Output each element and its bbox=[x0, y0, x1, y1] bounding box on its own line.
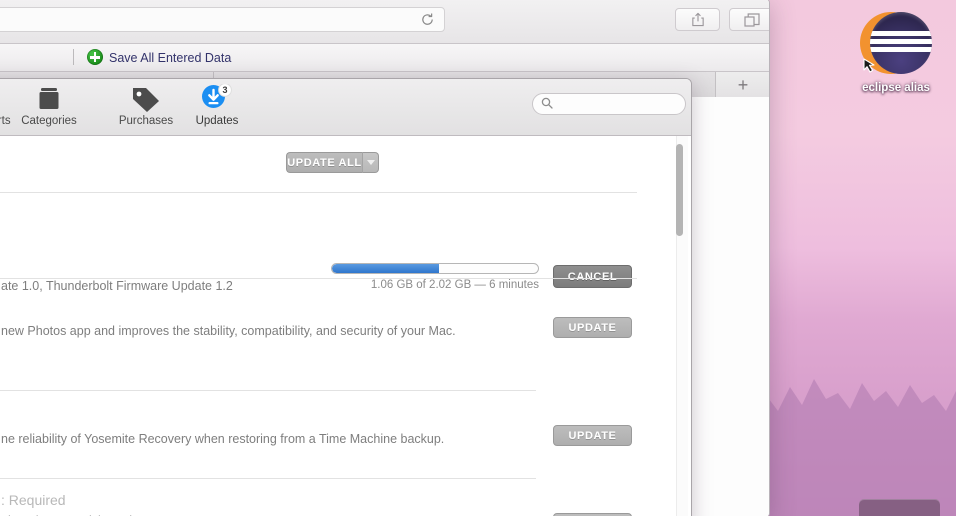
new-tab-button[interactable]: + bbox=[715, 72, 769, 99]
row-title: : Required bbox=[1, 492, 66, 508]
table-row[interactable]: ne reliability of Yosemite Recovery when… bbox=[0, 390, 691, 478]
eclipse-band bbox=[870, 31, 932, 36]
toolbar-item-categories[interactable]: Categories bbox=[1, 83, 97, 133]
alias-arrow-icon bbox=[863, 58, 875, 73]
reload-icon[interactable] bbox=[418, 10, 437, 29]
toolbar-item-updates[interactable]: 3 Updates bbox=[169, 83, 265, 133]
table-row[interactable]: ate 1.0, Thunderbolt Firmware Update 1.2… bbox=[0, 192, 691, 293]
row-description: ne reliability of Yosemite Recovery when… bbox=[1, 432, 445, 446]
update-all-button[interactable]: UPDATE ALL bbox=[286, 152, 362, 173]
toolbar-label-purchases: Purchases bbox=[118, 115, 174, 127]
eclipse-icon bbox=[860, 8, 932, 80]
app-store-body[interactable]: UPDATE ALL ate 1.0, Thunderbolt Firmware… bbox=[0, 136, 691, 516]
vertical-scrollbar[interactable] bbox=[676, 136, 688, 516]
share-icon[interactable] bbox=[675, 8, 720, 31]
eclipse-band bbox=[870, 47, 932, 52]
safari-toolbar bbox=[0, 0, 769, 44]
update-button[interactable]: UPDATE bbox=[553, 317, 632, 338]
table-row[interactable]: new Photos app and improves the stabilit… bbox=[0, 278, 691, 374]
download-progress-bar bbox=[331, 263, 539, 274]
search-field[interactable] bbox=[532, 93, 686, 115]
app-store-toolbar: arts Categories Purcha bbox=[0, 79, 691, 136]
search-input[interactable] bbox=[557, 96, 671, 112]
row-description: new Photos app and improves the stabilit… bbox=[1, 324, 456, 338]
update-all-control[interactable]: UPDATE ALL bbox=[286, 152, 379, 173]
chevron-down-icon[interactable] bbox=[362, 152, 379, 173]
desktop-icon-eclipse-alias[interactable]: eclipse alias bbox=[855, 8, 937, 100]
address-bar[interactable] bbox=[0, 7, 445, 32]
updates-download-icon: 3 bbox=[201, 83, 233, 113]
save-all-entered-data-link[interactable]: Save All Entered Data bbox=[109, 51, 231, 65]
purchases-tag-icon bbox=[131, 83, 161, 113]
scrollbar-thumb[interactable] bbox=[676, 144, 683, 236]
dock-edge bbox=[859, 499, 940, 516]
desktop[interactable]: o Premium! Save All Entered Data + arts bbox=[0, 0, 956, 516]
app-store-window[interactable]: arts Categories Purcha bbox=[0, 78, 692, 516]
address-bar-wrap[interactable] bbox=[0, 7, 445, 32]
svg-text:3: 3 bbox=[222, 85, 227, 95]
desktop-icon-label: eclipse alias bbox=[862, 82, 930, 94]
toolbar-label-categories: Categories bbox=[21, 115, 77, 127]
update-button[interactable]: UPDATE bbox=[553, 425, 632, 446]
updates-list: UPDATE ALL ate 1.0, Thunderbolt Firmware… bbox=[0, 136, 691, 516]
roboform-extension-bar[interactable]: o Premium! Save All Entered Data bbox=[0, 44, 769, 72]
table-row[interactable]: : Required olt and Target Disk Mode. UPD… bbox=[0, 478, 691, 516]
categories-icon bbox=[35, 83, 63, 113]
extension-bar-divider bbox=[73, 49, 74, 65]
eclipse-band bbox=[870, 39, 932, 44]
toolbar-label-updates: Updates bbox=[195, 115, 239, 127]
search-icon bbox=[541, 97, 553, 112]
show-all-tabs-icon[interactable] bbox=[729, 8, 769, 31]
download-progress-fill bbox=[332, 264, 440, 273]
green-plus-icon[interactable] bbox=[87, 49, 103, 65]
